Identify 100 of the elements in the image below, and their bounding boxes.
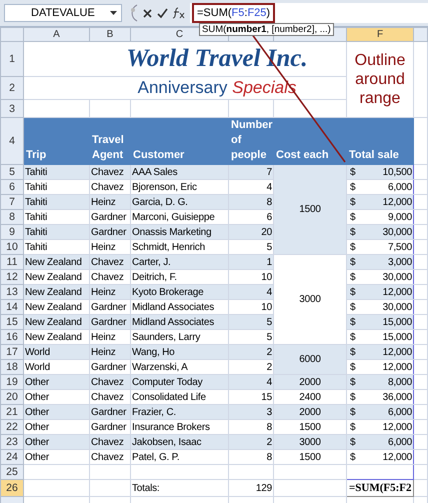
name-box[interactable]: DATEVALUE (4, 4, 122, 22)
table-cell: Tahiti (24, 164, 90, 180)
table-cell: 7 (228, 164, 274, 180)
table-cell: New Zealand (24, 300, 90, 314)
table-cell: $ 6,000 (346, 180, 414, 194)
table-cell: 6000 (274, 344, 346, 374)
row-header[interactable]: 6 (0, 180, 24, 194)
row-header[interactable]: 4 (0, 118, 24, 164)
table-cell: 1500 (274, 164, 346, 254)
row-header[interactable]: 12 (0, 270, 24, 284)
row-header[interactable]: 13 (0, 284, 24, 300)
table-cell: Garcia, D. G. (130, 194, 228, 210)
row-header[interactable]: 10 (0, 240, 24, 254)
table-cell: Chavez (90, 374, 130, 390)
table-cell: Frazier, C. (130, 404, 228, 420)
table-cell: $ 10,500 (346, 164, 414, 180)
table-cell: $ 6,000 (346, 434, 414, 450)
row-header[interactable]: 17 (0, 344, 24, 360)
table-cell: Gardner (90, 360, 130, 374)
table-cell: New Zealand (24, 254, 90, 270)
row-header[interactable]: 22 (0, 420, 24, 434)
column-title: Total sale (346, 118, 414, 164)
table-cell: Saunders, Larry (130, 330, 228, 344)
table-cell: Gardner (90, 210, 130, 224)
table-cell: Gardner (90, 300, 130, 314)
table-cell: Other (24, 404, 90, 420)
function-icon[interactable] (172, 7, 186, 19)
row-header[interactable]: 8 (0, 210, 24, 224)
table-cell: Heinz (90, 284, 130, 300)
table-cell: 4 (228, 374, 274, 390)
row-header[interactable]: 1 (0, 42, 24, 76)
table-cell: $ 30,000 (346, 270, 414, 284)
function-tooltip: SUM(number1, [number2], ...) (199, 23, 334, 36)
row-header[interactable]: 16 (0, 330, 24, 344)
table-cell: $ 9,000 (346, 210, 414, 224)
checkmark-icon[interactable] (157, 8, 168, 18)
row-header[interactable]: 5 (0, 164, 24, 180)
table-cell: Gardner (90, 224, 130, 240)
column-title: Cost each (274, 118, 346, 164)
cancel-icon[interactable] (142, 8, 153, 18)
column-header[interactable]: A (53, 29, 60, 40)
table-cell: Tahiti (24, 210, 90, 224)
caret-icon[interactable] (110, 11, 117, 15)
table-cell: $ 30,000 (346, 224, 414, 240)
table-cell: 8 (228, 420, 274, 434)
column-title: Customer (130, 118, 228, 164)
table-cell: Other (24, 374, 90, 390)
table-cell: Bjorenson, Eric (130, 180, 228, 194)
table-cell: $ 30,000 (346, 300, 414, 314)
table-cell: 2 (228, 360, 274, 374)
row-header[interactable]: 18 (0, 360, 24, 374)
table-cell: AAA Sales (130, 164, 228, 180)
table-cell: New Zealand (24, 330, 90, 344)
table-cell: 129 (228, 480, 274, 496)
formula-cell[interactable]: =SUM(F5:F2 (346, 480, 414, 496)
table-cell: Midland Associates (130, 300, 228, 314)
table-cell: 1500 (274, 420, 346, 434)
table-cell: 4 (228, 180, 274, 194)
row-header[interactable]: 7 (0, 194, 24, 210)
table-cell: Warzenski, A (130, 360, 228, 374)
table-cell: $ 15,000 (346, 314, 414, 330)
row-header[interactable]: 11 (0, 254, 24, 270)
table-cell: Jakobsen, Isaac (130, 434, 228, 450)
table-cell: $ 12,000 (346, 420, 414, 434)
column-header[interactable]: C (176, 29, 184, 40)
row-header[interactable]: 3 (0, 100, 24, 118)
table-cell: 4 (228, 284, 274, 300)
table-cell: Chavez (90, 434, 130, 450)
table-cell: Carter, J. (130, 254, 228, 270)
row-header[interactable]: 25 (0, 464, 24, 480)
row-header[interactable]: 15 (0, 314, 24, 330)
column-title: Travel Agent (90, 118, 130, 164)
table-cell: 5 (228, 240, 274, 254)
row-header[interactable]: 14 (0, 300, 24, 314)
table-cell: 1500 (274, 450, 346, 464)
row-header[interactable]: 26 (0, 480, 24, 496)
table-cell: 20 (228, 224, 274, 240)
table-cell: 6 (228, 210, 274, 224)
table-cell: Chavez (90, 390, 130, 404)
column-header[interactable]: F (376, 29, 384, 40)
table-cell: Gardner (90, 404, 130, 420)
formula-text[interactable]: =SUM(F5:F25) (192, 3, 276, 23)
row-header[interactable]: 23 (0, 434, 24, 450)
row-header[interactable]: 19 (0, 374, 24, 390)
table-cell: Kyoto Brokerage (130, 284, 228, 300)
column-header[interactable]: B (106, 29, 114, 40)
table-cell: 3000 (274, 254, 346, 344)
table-cell: Gardner (90, 314, 130, 330)
table-cell: New Zealand (24, 284, 90, 300)
row-header[interactable]: 9 (0, 224, 24, 240)
row-header[interactable]: 21 (0, 404, 24, 420)
table-cell: 1 (228, 254, 274, 270)
table-cell: Insurance Brokers (130, 420, 228, 434)
table-cell: Chavez (90, 270, 130, 284)
row-header[interactable]: 20 (0, 390, 24, 404)
table-cell: $ 12,000 (346, 360, 414, 374)
table-cell: Other (24, 450, 90, 464)
table-cell: Tahiti (24, 240, 90, 254)
row-header[interactable]: 24 (0, 450, 24, 464)
row-header[interactable]: 2 (0, 76, 24, 100)
